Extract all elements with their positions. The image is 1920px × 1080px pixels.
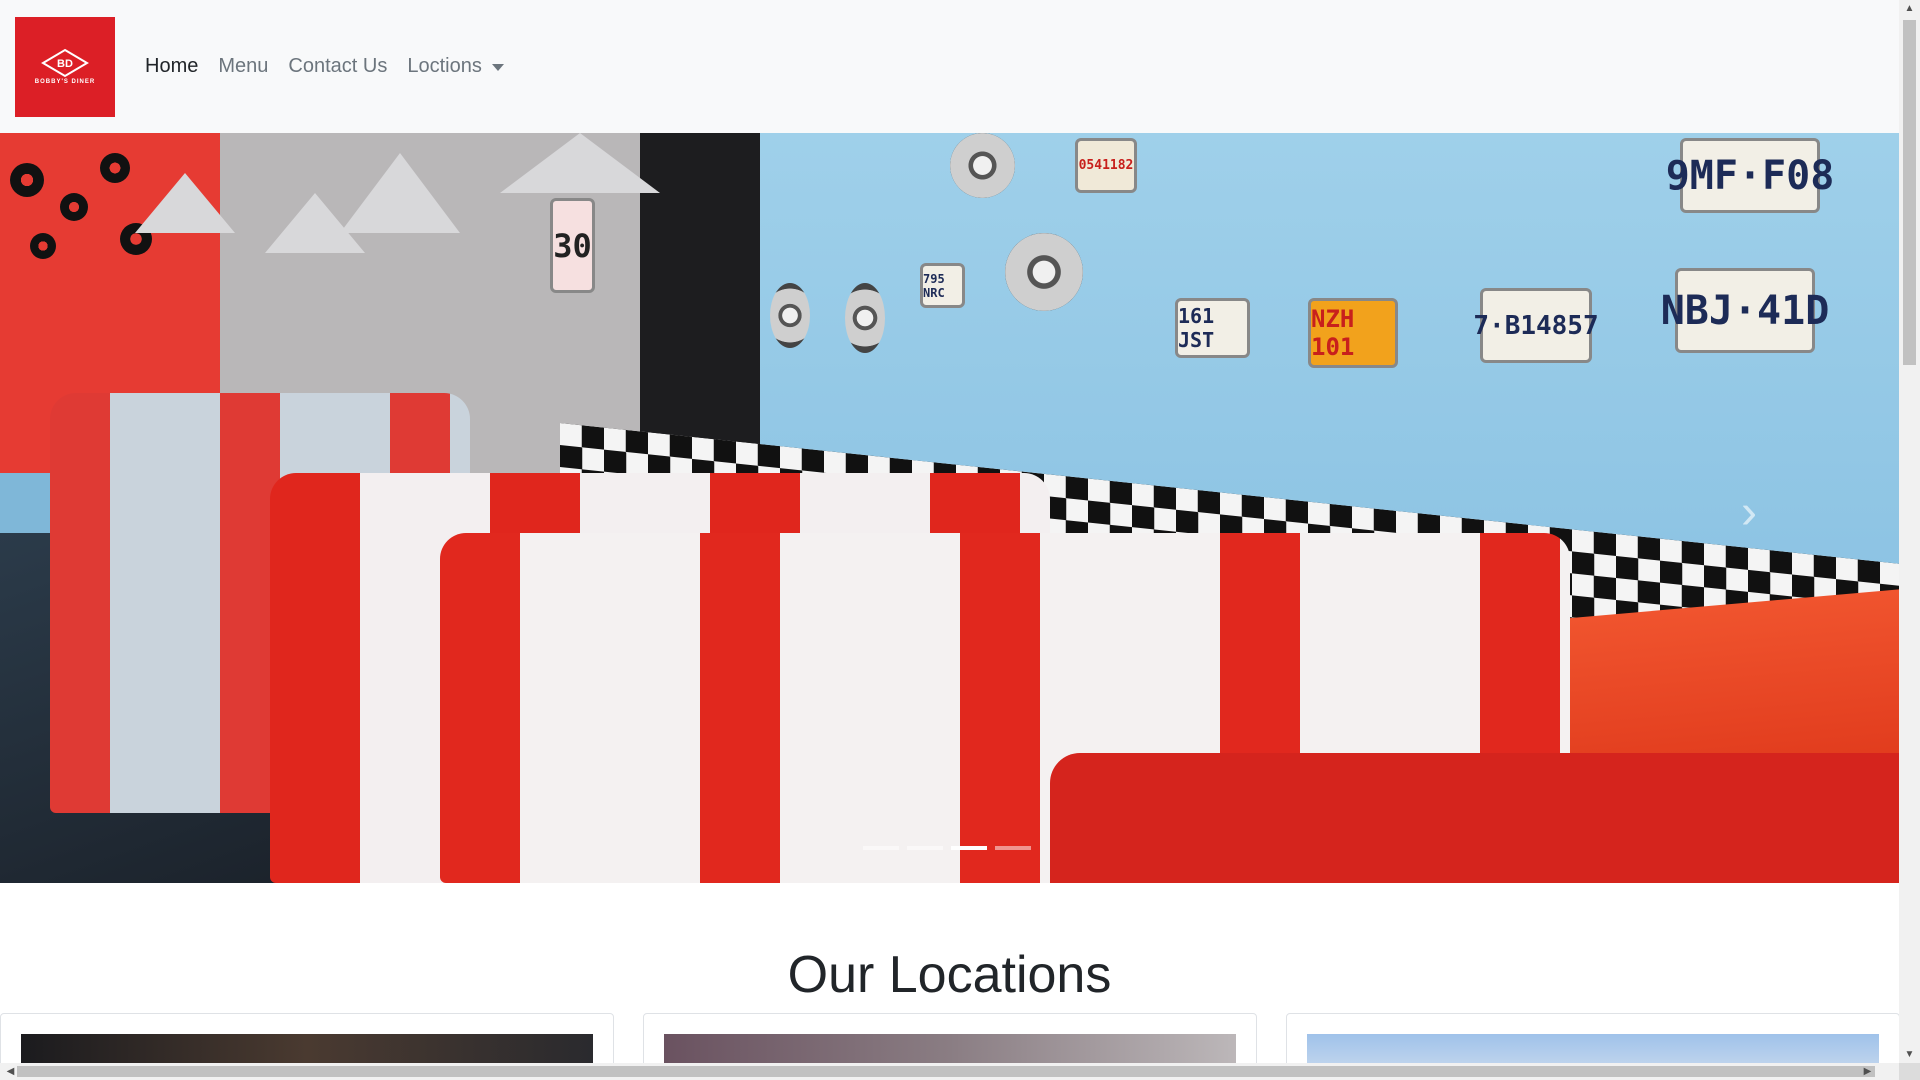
carousel-indicator[interactable] [907,846,943,850]
nav-locations-label: Loctions [407,55,482,77]
nav-contact[interactable]: Contact Us [278,55,397,78]
pendant-lamp [340,153,460,233]
brand-logo[interactable]: BD BOBBY'S DINER [15,16,115,117]
record-decoration [10,163,44,197]
svg-text:BD: BD [57,58,73,70]
record-decoration [30,233,56,259]
license-plate: 0541182 [1075,138,1137,193]
nav-home[interactable]: Home [135,55,208,78]
license-plate: 795 NRC [920,263,965,308]
nav-menu-label: Menu [218,55,269,77]
license-plate: 9MF·F08 [1666,138,1834,213]
scroll-right-icon[interactable]: ▶ [1857,1063,1878,1080]
hubcap-decoration [950,133,1015,198]
record-decoration [60,193,88,221]
diner-seat [1050,753,1899,883]
hubcap-decoration [770,283,810,348]
vertical-scrollbar[interactable]: ▲ ▼ [1899,0,1920,1063]
section-title: Our Locations [787,946,1112,1004]
location-cards [0,1013,1900,1073]
chevron-right-icon: › [1741,486,1757,539]
carousel-indicator[interactable] [863,846,899,850]
hubcap-decoration [1005,233,1083,311]
license-plate: NBJ·41D [1661,268,1829,353]
speed-sign: 30 [550,198,595,293]
license-plate: NZH 101 [1308,298,1398,368]
pendant-lamp [135,173,235,233]
carousel-next-button[interactable]: › [1729,483,1769,543]
nav-contact-label: Contact Us [288,55,388,77]
nav-locations-dropdown[interactable]: Loctions [397,55,514,78]
scroll-down-icon[interactable]: ▼ [1899,1046,1920,1063]
pendant-lamp [500,133,660,193]
record-decoration [100,153,130,183]
nav-menu-link[interactable]: Menu [208,55,278,78]
carousel-indicator[interactable] [995,846,1031,850]
vertical-scroll-thumb[interactable] [1903,20,1916,365]
carousel-indicator-active[interactable] [951,846,987,850]
carousel-indicators [863,846,1031,850]
horizontal-scroll-thumb[interactable] [17,1066,1875,1077]
caret-down-icon [491,64,504,71]
horizontal-scrollbar[interactable]: ◀ ▶ [0,1063,1899,1080]
navbar: BD BOBBY'S DINER Home Menu Contact Us Lo… [0,0,1899,133]
diamond-logo-icon: BD [41,48,89,78]
hero-carousel[interactable]: 9MF·F08 NBJ·41D 7·B14857 NZH 101 161 JST… [0,133,1899,883]
hubcap-decoration [845,283,885,353]
nav-home-label: Home [145,55,199,77]
brand-name: BOBBY'S DINER [34,79,96,85]
license-plate: 161 JST [1175,298,1250,358]
scrollbar-corner [1899,1063,1920,1080]
scroll-up-icon[interactable]: ▲ [1899,0,1920,17]
nav-menu: Home Menu Contact Us Loctions [135,55,514,78]
license-plate: 7·B14857 [1473,288,1599,363]
